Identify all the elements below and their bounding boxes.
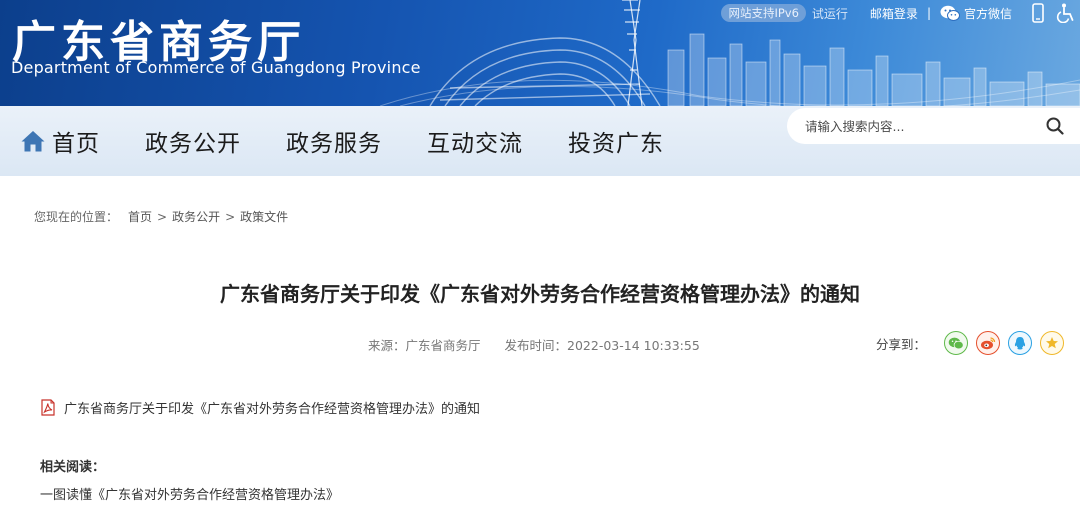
breadcrumb-government-affairs[interactable]: 政务公开 <box>172 208 220 225</box>
ipv6-badge: 网站支持IPv6 <box>721 4 806 22</box>
nav-item-invest-guangdong[interactable]: 投资广东 <box>568 124 664 158</box>
header-banner: 广东省商务厅 Department of Commerce of Guangdo… <box>0 0 1080 106</box>
search-input[interactable] <box>787 108 1038 144</box>
wechat-share-icon <box>948 337 964 349</box>
article-title: 广东省商务厅关于印发《广东省对外劳务合作经营资格管理办法》的通知 <box>220 282 860 306</box>
nav-items: 首页 政务公开 政务服务 互动交流 投资广东 <box>20 106 709 176</box>
share-label: 分享到： <box>876 336 927 352</box>
article-publish-time: 发布时间：2022-03-14 10:33:55 <box>504 338 700 353</box>
breadcrumb-home[interactable]: 首页 <box>128 208 152 225</box>
share-qzone-button[interactable] <box>1040 331 1065 355</box>
nav-item-interaction[interactable]: 互动交流 <box>427 124 523 158</box>
related-reading-link[interactable]: 一图读懂《广东省对外劳务合作经营资格管理办法》 <box>40 484 339 503</box>
accessibility-icon[interactable] <box>1056 3 1076 23</box>
qq-share-icon <box>1014 336 1026 349</box>
nav-item-government-services[interactable]: 政务服务 <box>286 124 382 158</box>
related-reading-heading: 相关阅读： <box>40 460 106 475</box>
breadcrumb-policy-documents[interactable]: 政策文件 <box>240 208 288 225</box>
weibo-share-icon <box>981 337 996 350</box>
breadcrumb-label: 您现在的位置： <box>34 210 119 224</box>
pdf-icon <box>40 399 56 416</box>
site-subtitle: Department of Commerce of Guangdong Prov… <box>11 58 421 77</box>
article-meta: 来源：广东省商务厅 发布时间：2022-03-14 10:33:55 <box>368 335 700 354</box>
nav-item-government-affairs[interactable]: 政务公开 <box>145 124 241 158</box>
top-separator: | <box>926 6 931 20</box>
nav-item-home-label: 首页 <box>52 131 100 157</box>
breadcrumb: 您现在的位置： 首页 > 政务公开 > 政策文件 <box>34 208 288 225</box>
qzone-star-icon <box>1046 337 1059 349</box>
share-qq-button[interactable] <box>1008 331 1033 355</box>
wechat-icon[interactable] <box>940 5 960 22</box>
mail-login-link[interactable]: 邮箱登录 <box>870 5 918 22</box>
official-wechat-link[interactable]: 官方微信 <box>964 5 1012 22</box>
share-weibo-button[interactable] <box>976 331 1001 355</box>
search-icon[interactable] <box>1038 117 1072 135</box>
search-box <box>787 108 1080 144</box>
share-wechat-button[interactable] <box>944 331 969 355</box>
nav-item-home[interactable]: 首页 <box>20 124 100 158</box>
article-source: 来源：广东省商务厅 <box>368 338 481 353</box>
trial-label: 试运行 <box>811 6 848 21</box>
breadcrumb-separator: > <box>157 209 168 224</box>
attachment-item: 广东省商务厅关于印发《广东省对外劳务合作经营资格管理办法》的通知 <box>40 398 480 417</box>
mobile-icon[interactable] <box>1032 3 1044 23</box>
home-icon <box>20 129 46 153</box>
breadcrumb-separator: > <box>225 209 236 224</box>
share-bar: 分享到： <box>876 331 1065 355</box>
top-links: 网站支持IPv6 试运行 邮箱登录 | 官方微信 <box>721 0 1080 26</box>
attachment-link[interactable]: 广东省商务厅关于印发《广东省对外劳务合作经营资格管理办法》的通知 <box>64 398 480 417</box>
